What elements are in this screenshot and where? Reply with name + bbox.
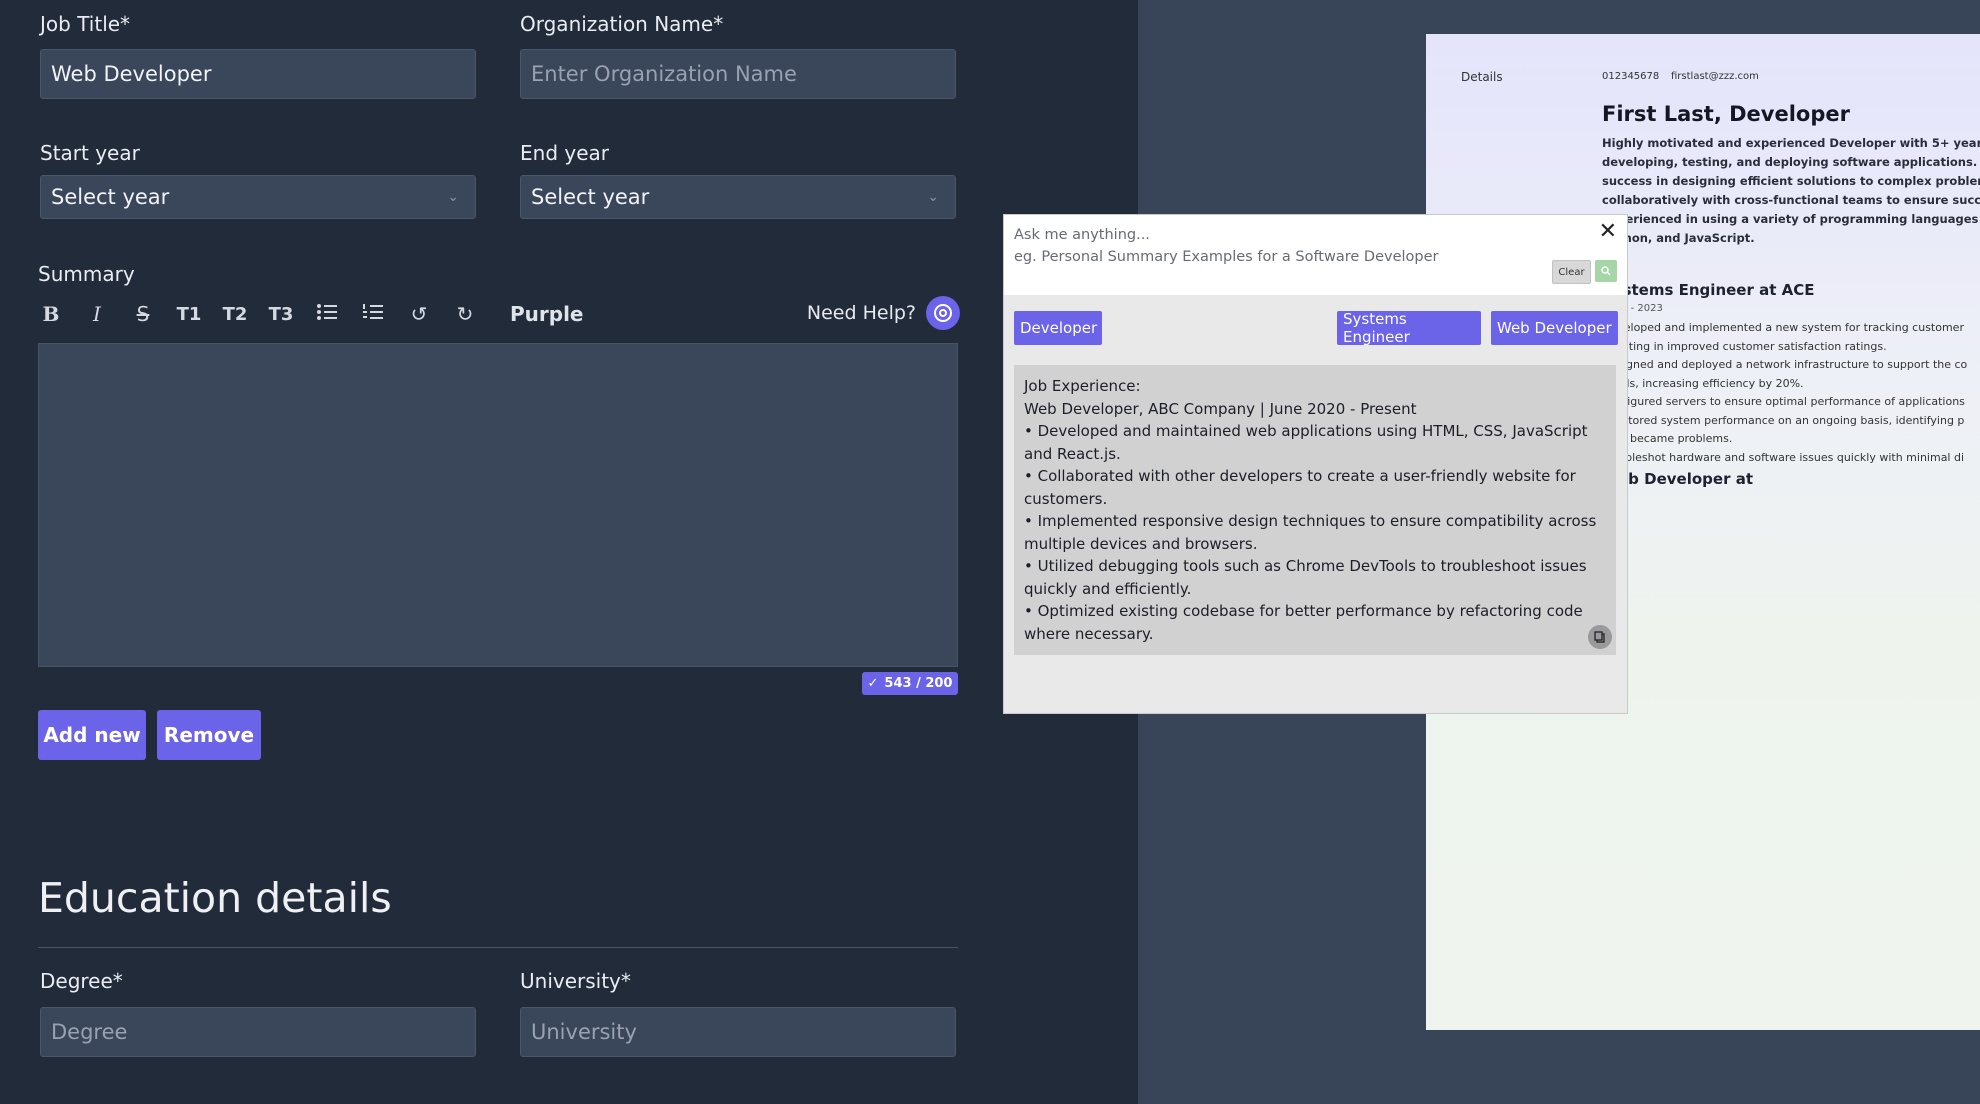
character-counter: ✓ 543 / 200 <box>862 672 958 695</box>
resume-summary: Highly motivated and experienced Develop… <box>1602 136 1980 245</box>
list-item: Configured servers to ensure optimal per… <box>1602 395 1965 408</box>
ask-example: eg. Personal Summary Examples for a Soft… <box>1014 249 1439 265</box>
strikethrough-button[interactable]: S <box>130 302 156 326</box>
list-item: Monitored system performance on an ongoi… <box>1602 413 1965 427</box>
resume-phone: 012345678 <box>1602 71 1660 82</box>
resume-email: firstlast@zzz.com <box>1671 71 1759 82</box>
chevron-down-icon: ⌄ <box>927 189 939 205</box>
start-year-select[interactable]: Select year ⌄ <box>40 175 476 219</box>
check-icon: ✓ <box>867 676 879 691</box>
result-line: Job Experience: <box>1024 377 1141 395</box>
result-line: • Collaborated with other developers to … <box>1024 467 1581 508</box>
close-icon[interactable]: ✕ <box>1599 219 1617 244</box>
end-year-value: Select year <box>531 185 650 209</box>
resume-details-label: Details <box>1461 70 1503 84</box>
result-line: Web Developer, ABC Company | June 2020 -… <box>1024 399 1417 418</box>
editor-toolbar: B I S T1 T2 T3 ↺ ↻ Purple Need Help? <box>38 296 960 332</box>
job-title-input[interactable]: Web Developer <box>40 49 476 99</box>
italic-button[interactable]: I <box>84 302 110 326</box>
job-title-label: Job Title* <box>40 12 131 36</box>
university-input[interactable]: University <box>520 1007 956 1057</box>
list-item: they became problems. <box>1602 432 1733 445</box>
editor-panel: Job Title* Web Developer Organization Na… <box>0 0 1138 1104</box>
list-item: Developed and implemented a new system f… <box>1602 321 1964 334</box>
undo-icon[interactable]: ↺ <box>406 302 432 326</box>
list-item: needs, increasing efficiency by 20%. <box>1602 376 1804 390</box>
chevron-down-icon: ⌄ <box>447 189 459 205</box>
need-help[interactable]: Need Help? <box>807 296 960 330</box>
divider <box>38 947 958 948</box>
chip-developer[interactable]: Developer <box>1014 311 1102 345</box>
result-line: • Utilized debugging tools such as Chrom… <box>1024 557 1592 598</box>
list-item: Designed and deployed a network infrastr… <box>1602 358 1968 371</box>
degree-input[interactable]: Degree <box>40 1007 476 1057</box>
ai-result: Job Experience: Web Developer, ABC Compa… <box>1014 365 1616 655</box>
list-item: Troubleshot hardware and software issues… <box>1602 450 1965 464</box>
ai-assistant-popup: Ask me anything... eg. Personal Summary … <box>1003 214 1628 714</box>
ask-input-area[interactable]: Ask me anything... eg. Personal Summary … <box>1004 215 1627 295</box>
resume-job-title: Systems Engineer at ACE <box>1602 281 1815 299</box>
chip-systems-engineer[interactable]: Systems Engineer <box>1337 310 1481 346</box>
summary-label: Summary <box>38 262 135 286</box>
resume-name: First Last, Developer <box>1602 102 1850 126</box>
start-year-label: Start year <box>40 141 140 165</box>
list-item: resulting in improved customer satisfact… <box>1602 339 1887 353</box>
university-label: University* <box>520 969 631 993</box>
organization-label: Organization Name* <box>520 12 724 36</box>
resume-job-bullets: Developed and implemented a new system f… <box>1602 319 1967 467</box>
education-heading: Education details <box>38 874 392 922</box>
character-count-text: 543 / 200 <box>884 676 953 691</box>
ai-assistant-icon[interactable] <box>926 296 960 330</box>
heading2-button[interactable]: T2 <box>222 304 248 325</box>
purple-color-button[interactable]: Purple <box>510 302 584 326</box>
ask-input[interactable]: Ask me anything... <box>1014 227 1150 243</box>
start-year-value: Select year <box>51 185 170 209</box>
heading3-button[interactable]: T3 <box>268 304 294 325</box>
remove-button[interactable]: Remove <box>157 710 261 760</box>
summary-editor[interactable] <box>38 343 958 667</box>
organization-input[interactable]: Enter Organization Name <box>520 49 956 99</box>
numbered-list-icon[interactable] <box>360 302 386 326</box>
end-year-select[interactable]: Select year ⌄ <box>520 175 956 219</box>
result-line: • Developed and maintained web applicati… <box>1024 422 1593 463</box>
heading1-button[interactable]: T1 <box>176 304 202 325</box>
redo-icon[interactable]: ↻ <box>452 302 478 326</box>
need-help-label: Need Help? <box>806 302 916 324</box>
end-year-label: End year <box>520 141 609 165</box>
degree-label: Degree* <box>40 969 123 993</box>
result-line: • Implemented responsive design techniqu… <box>1024 512 1602 553</box>
bullet-list-icon[interactable] <box>314 302 340 326</box>
bold-button[interactable]: B <box>38 302 64 326</box>
clear-button[interactable]: Clear <box>1552 260 1591 284</box>
copy-icon[interactable] <box>1588 625 1612 649</box>
search-icon[interactable] <box>1595 260 1617 282</box>
chip-web-developer[interactable]: Web Developer <box>1491 311 1618 345</box>
add-new-button[interactable]: Add new <box>38 710 146 760</box>
result-line: • Optimized existing codebase for better… <box>1024 602 1588 643</box>
